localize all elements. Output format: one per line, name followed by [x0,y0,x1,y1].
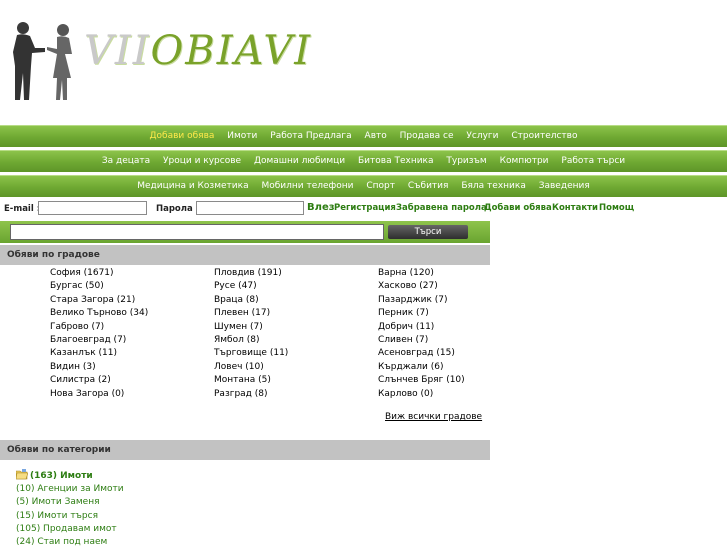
nav-item-events[interactable]: Събития [408,181,449,191]
nav-row-3: Медицина и Козметика Мобилни телефони Сп… [0,175,727,197]
city-link[interactable]: Разград (8) [214,389,268,399]
nav-item-jobs-wanted[interactable]: Работа търси [561,156,625,166]
subcategory-link[interactable]: (24) Стаи под наем [16,537,107,547]
nav-item-lessons[interactable]: Уроци и курсове [163,156,241,166]
nav-row-1: Добави обява Имоти Работа Предлага Авто … [0,125,727,147]
city-link[interactable]: Габрово (7) [50,322,104,332]
subcategory-link[interactable]: (15) Имоти търся [16,511,98,521]
city-link[interactable]: Казанлък (11) [50,348,117,358]
city-link[interactable]: Бургас (50) [50,281,104,291]
register-link[interactable]: Регистрация [334,203,396,213]
nav-item-real-estate[interactable]: Имоти [227,131,257,141]
city-link[interactable]: Благоевград (7) [50,335,126,345]
logo-text[interactable]: VIIOBIAVI [84,28,312,74]
nav-item-mobile-phones[interactable]: Мобилни телефони [261,181,353,191]
city-link[interactable]: Ловеч (10) [214,362,264,372]
categories-section-title: Обяви по категории [0,440,490,460]
city-link[interactable]: Нова Загора (0) [50,389,124,399]
nav-item-white-goods[interactable]: Бяла техника [461,181,526,191]
city-link[interactable]: Стара Загора (21) [50,295,135,305]
city-link[interactable]: Русе (47) [214,281,257,291]
city-link[interactable]: Ямбол (8) [214,335,259,345]
email-field[interactable] [38,201,147,215]
nav-item-auto[interactable]: Авто [365,131,387,141]
contacts-link[interactable]: Контакти [552,203,598,213]
nav-item-services[interactable]: Услуги [466,131,498,141]
email-label: E-mail : [4,204,41,214]
city-link[interactable]: Търговище (11) [214,348,288,358]
subcategory-link[interactable]: (105) Продавам имот [16,524,117,534]
cities-section-title: Обяви по градове [0,245,490,265]
forgot-password-link[interactable]: Забравена парола [396,203,487,213]
password-label: Парола : [156,204,200,214]
nav-item-computers[interactable]: Компютри [500,156,549,166]
nav-item-appliances[interactable]: Битова Техника [358,156,434,166]
city-link[interactable]: Перник (7) [378,308,429,318]
city-link[interactable]: Варна (120) [378,268,434,278]
folder-icon [16,469,28,480]
nav-item-medicine[interactable]: Медицина и Козметика [137,181,248,191]
nav-item-tourism[interactable]: Туризъм [446,156,486,166]
nav-row-2: За децата Уроци и курсове Домашни любимц… [0,150,727,172]
login-bar: E-mail : Парола : Влез Регистрация Забра… [0,200,727,219]
city-link[interactable]: Кърджали (6) [378,362,444,372]
city-link[interactable]: Сливен (7) [378,335,428,345]
subcategory-link[interactable]: (5) Имоти Заменя [16,497,100,507]
city-link[interactable]: Силистра (2) [50,375,111,385]
help-link[interactable]: Помощ [599,203,634,213]
city-link[interactable]: Плевен (17) [214,308,270,318]
city-link[interactable]: Шумен (7) [214,322,263,332]
logo-prefix: VII [84,28,151,74]
logo-suffix: OBIAVI [150,28,313,74]
city-link[interactable]: Видин (3) [50,362,96,372]
city-link[interactable]: Монтана (5) [214,375,271,385]
city-link[interactable]: Карлово (0) [378,389,433,399]
nav-item-sport[interactable]: Спорт [366,181,395,191]
search-bar: Търси [0,221,490,243]
site-header: VIIOBIAVI [0,0,727,125]
city-link[interactable]: Добрич (11) [378,322,434,332]
nav-item-construction[interactable]: Строителство [511,131,577,141]
city-link[interactable]: Враца (8) [214,295,259,305]
all-cities-link[interactable]: Виж всички градове [385,412,482,422]
category-main-label: (163) Имоти [30,471,93,481]
nav-item-jobs-offered[interactable]: Работа Предлага [270,131,351,141]
city-link[interactable]: Пловдив (191) [214,268,282,278]
subcategory-link[interactable]: (10) Агенции за Имоти [16,484,124,494]
city-link[interactable]: София (1671) [50,268,114,278]
nav-item-for-sale[interactable]: Продава се [400,131,454,141]
add-ad-link[interactable]: Добави обява [484,203,552,213]
city-link[interactable]: Пазарджик (7) [378,295,448,305]
city-link[interactable]: Хасково (27) [378,281,438,291]
category-real-estate[interactable]: (163) Имоти [16,468,93,481]
nav-item-add-ad[interactable]: Добави обява [149,131,214,141]
login-link[interactable]: Влез [307,202,335,213]
search-input[interactable] [10,224,384,240]
search-button[interactable]: Търси [388,225,468,239]
city-link[interactable]: Слънчев Бряг (10) [378,375,465,385]
password-field[interactable] [196,201,304,215]
logo-couple-icon [13,22,72,101]
city-link[interactable]: Асеновград (15) [378,348,455,358]
city-link[interactable]: Велико Търново (34) [50,308,148,318]
nav-item-kids[interactable]: За децата [102,156,150,166]
nav-item-venues[interactable]: Заведения [539,181,590,191]
nav-item-pets[interactable]: Домашни любимци [254,156,345,166]
